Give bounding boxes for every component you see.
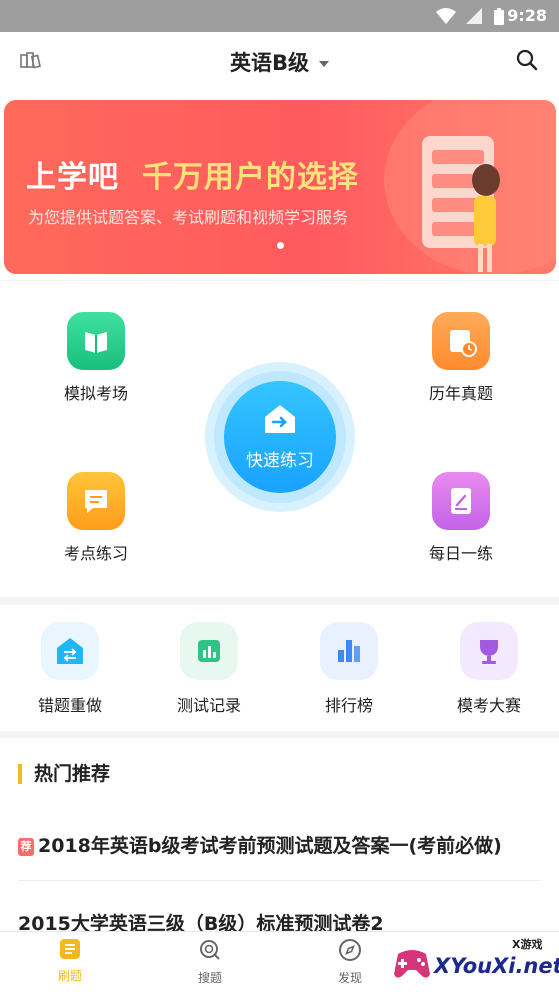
arrow-house-icon bbox=[265, 405, 295, 433]
section-title: 热门推荐 bbox=[18, 764, 110, 784]
tool-redo[interactable]: 错题重做 bbox=[10, 622, 130, 716]
tab-label: 搜题 bbox=[197, 971, 222, 985]
past-papers-label: 历年真题 bbox=[428, 384, 493, 403]
daily-practice-button[interactable]: 每日一练 bbox=[396, 472, 526, 564]
past-papers-button[interactable]: 历年真题 bbox=[396, 312, 526, 404]
mock-exam-button[interactable]: 模拟考场 bbox=[31, 312, 161, 404]
mock-exam-label: 模拟考场 bbox=[63, 384, 128, 403]
daily-practice-label: 每日一练 bbox=[428, 544, 493, 563]
tool-label: 错题重做 bbox=[37, 696, 102, 715]
calendar-clock-icon bbox=[432, 312, 490, 370]
notebook-pen-icon bbox=[432, 472, 490, 530]
search-icon[interactable] bbox=[516, 49, 538, 71]
chevron-down-icon bbox=[319, 61, 329, 67]
app-bar: 英语B级 bbox=[0, 32, 559, 90]
signal-icon bbox=[466, 8, 482, 24]
tool-label: 排行榜 bbox=[324, 696, 373, 715]
battery-icon bbox=[494, 8, 504, 25]
status-bar: 9:28 bbox=[0, 0, 559, 32]
banner-headline: 上学吧 千万用户的选择 bbox=[26, 160, 359, 195]
article-item[interactable]: 荐 2018年英语b级考试考前预测试题及答案一(考前必做) bbox=[18, 831, 502, 858]
list-icon bbox=[60, 939, 80, 959]
book-icon bbox=[67, 312, 125, 370]
rank-bars-icon bbox=[320, 622, 378, 680]
tool-chart[interactable]: 测试记录 bbox=[149, 622, 269, 716]
article-title: 2018年英语b级考试考前预测试题及答案一(考前必做) bbox=[38, 835, 502, 857]
compass-icon bbox=[339, 939, 361, 961]
gamepad-logo bbox=[394, 950, 430, 978]
page-title: 英语B级 bbox=[229, 51, 309, 75]
quick-practice-button[interactable]: 快速练习 bbox=[224, 381, 336, 493]
promo-banner[interactable]: 上学吧 千万用户的选择 为您提供试题答案、考试刷题和视频学习服务 bbox=[4, 100, 556, 274]
tab-discover[interactable]: 发现 bbox=[310, 938, 390, 986]
topic-practice-button[interactable]: 考点练习 bbox=[31, 472, 161, 564]
banner-illustration bbox=[384, 100, 556, 274]
watermark: XYouXi.net X游戏 bbox=[388, 932, 559, 994]
subject-selector[interactable]: 英语B级 bbox=[0, 47, 559, 77]
chart-icon bbox=[180, 622, 238, 680]
tab-practice[interactable]: 刷题 bbox=[30, 938, 110, 984]
message-icon bbox=[67, 472, 125, 530]
tab-label: 发现 bbox=[337, 971, 362, 985]
watermark-brand: X游戏 bbox=[512, 938, 543, 951]
recommend-tag: 荐 bbox=[18, 838, 34, 856]
tool-label: 模考大赛 bbox=[456, 696, 521, 715]
carousel-indicator bbox=[277, 242, 284, 249]
quick-practice-label: 快速练习 bbox=[246, 451, 314, 471]
tool-rank-bars[interactable]: 排行榜 bbox=[289, 622, 409, 716]
redo-icon bbox=[41, 622, 99, 680]
watermark-site: XYouXi.net bbox=[434, 954, 559, 978]
wifi-icon bbox=[436, 8, 456, 24]
tool-label: 测试记录 bbox=[176, 696, 241, 715]
trophy-icon bbox=[460, 622, 518, 680]
banner-subtitle: 为您提供试题答案、考试刷题和视频学习服务 bbox=[28, 208, 349, 227]
search-icon bbox=[200, 940, 220, 960]
clock: 9:28 bbox=[507, 6, 547, 25]
topic-practice-label: 考点练习 bbox=[63, 544, 128, 563]
tab-search[interactable]: 搜题 bbox=[170, 938, 250, 986]
divider bbox=[18, 880, 541, 881]
tab-label: 刷题 bbox=[57, 969, 82, 983]
tool-trophy[interactable]: 模考大赛 bbox=[429, 622, 549, 716]
